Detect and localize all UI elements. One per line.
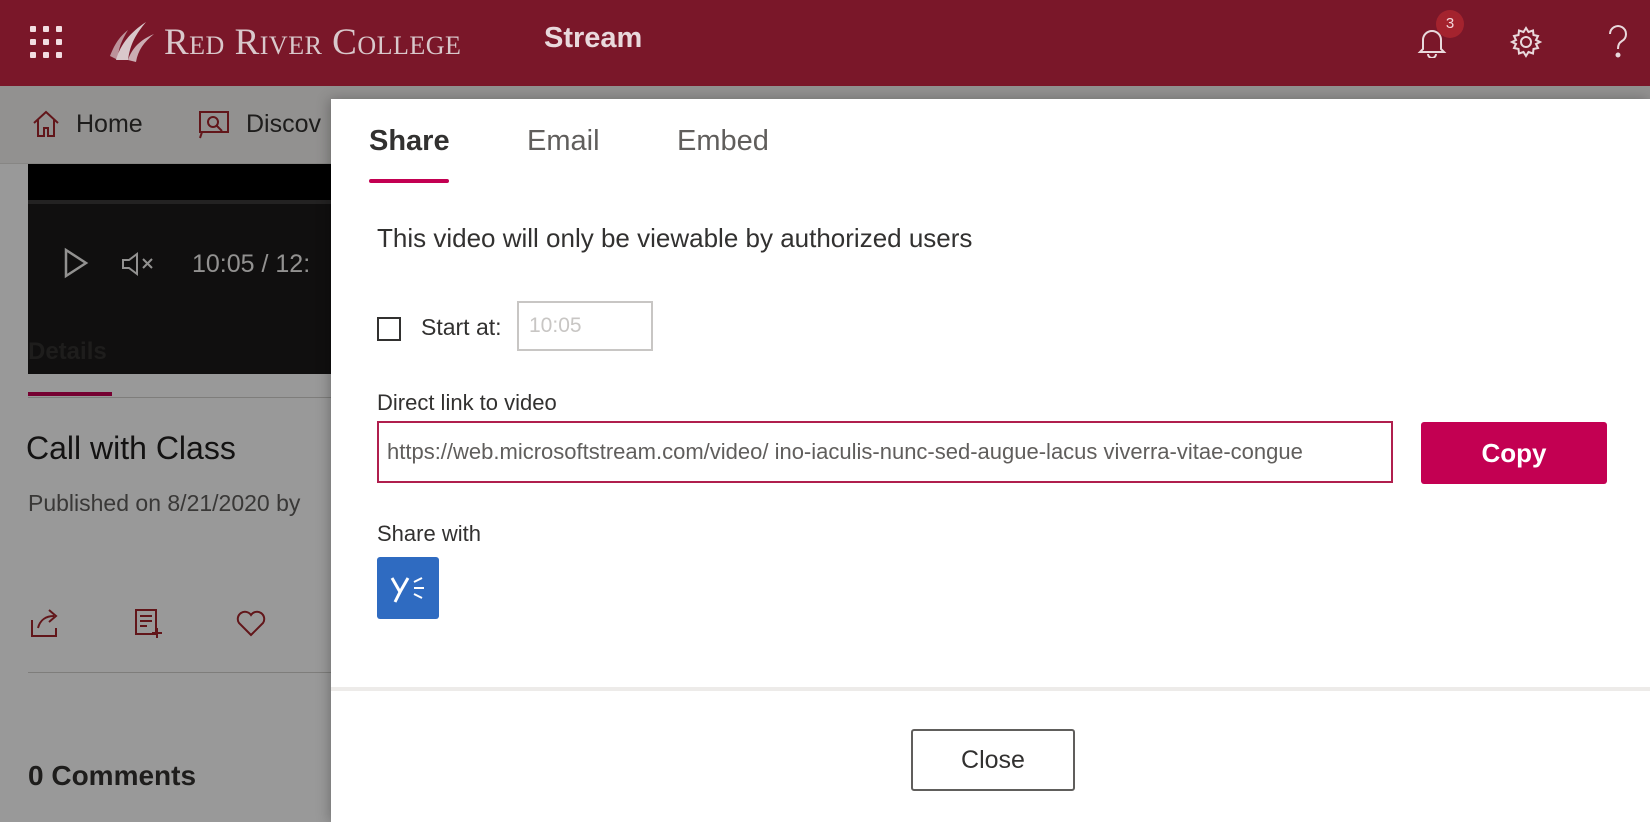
help-icon[interactable] [1598, 22, 1638, 62]
share-with-label: Share with [377, 521, 481, 546]
start-at-checkbox[interactable] [377, 317, 401, 341]
share-dialog: Share Email Embed This video will only b… [331, 99, 1650, 822]
close-button[interactable]: Close [911, 729, 1075, 791]
start-at-label: Start at: [421, 314, 502, 340]
app-title[interactable]: Stream [544, 22, 642, 55]
dialog-tabs: Share Email Embed [331, 99, 1650, 183]
tab-email[interactable]: Email [527, 125, 600, 158]
college-name: Red River College [164, 21, 462, 63]
tab-active-indicator [369, 179, 449, 183]
tab-share[interactable]: Share [369, 125, 450, 158]
app-launcher-icon[interactable] [30, 26, 62, 58]
tab-embed[interactable]: Embed [677, 125, 769, 158]
visibility-notice: This video will only be viewable by auth… [377, 223, 973, 253]
yammer-icon [390, 577, 424, 603]
college-emblem-icon [110, 22, 154, 62]
top-bar: Red River College Stream 3 [0, 0, 1650, 86]
gear-icon[interactable] [1506, 22, 1546, 62]
direct-link-label: Direct link to video [377, 390, 557, 415]
dialog-divider [331, 687, 1650, 691]
direct-link-field[interactable] [377, 421, 1393, 483]
notification-badge: 3 [1436, 10, 1464, 38]
yammer-share-button[interactable] [377, 557, 439, 619]
college-logo[interactable]: Red River College [106, 12, 461, 72]
start-at-input[interactable] [517, 301, 653, 351]
copy-button[interactable]: Copy [1421, 422, 1607, 484]
